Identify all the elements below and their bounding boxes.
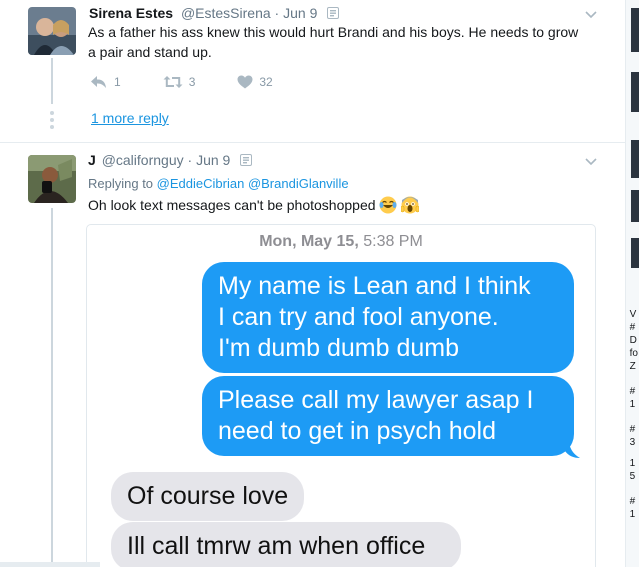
translate-icon [240,154,253,166]
thread-more-dots[interactable] [50,111,54,132]
adjacent-text: V # D fo Z # 1 # 3 1 5 # 1 [630,308,638,521]
separator-dot: · [274,5,280,21]
message-bubble-received: Ill call tmrw am when office [111,522,461,567]
adjacent-letter: # [629,496,636,507]
mention-link[interactable]: @BrandiGlanville [248,176,349,191]
adjacent-image [631,72,639,112]
screaming-emoji-icon [401,196,420,214]
adjacent-letter: 1 [629,509,636,520]
more-replies-link[interactable]: 1 more reply [91,110,169,126]
message-line: Ill call tmrw am when office [127,532,426,560]
heart-icon [237,75,253,89]
bubble-tail [565,443,580,458]
message-line: Of course love [127,482,289,510]
tweet-text: Oh look text messages can't be photoshop… [88,195,420,215]
message-line: My name is Lean and I think [218,272,531,300]
adjacent-image [631,190,639,222]
adjacent-column-edge: V # D fo Z # 1 # 3 1 5 # 1 [625,0,639,567]
replying-to: Replying to @EddieCibrian @BrandiGlanvil… [88,176,349,191]
adjacent-letter: fo [629,348,638,359]
retweet-icon [163,76,183,88]
chevron-down-icon[interactable] [583,6,599,22]
avatar[interactable] [28,155,76,203]
display-name[interactable]: J [88,152,96,168]
adjacent-image [631,8,639,52]
message-date: Mon, May 15, [259,233,359,250]
tweet-header: Sirena Estes @EstesSirena · Jun 9 [89,5,340,21]
adjacent-image [631,140,639,178]
chevron-down-icon[interactable] [583,153,599,169]
retweet-button[interactable]: 3 [163,75,196,89]
message-bubble-sent: My name is Lean and I think I can try an… [202,262,574,373]
divider [0,142,625,143]
reply-button[interactable]: 1 [90,75,121,89]
thread-line [51,58,53,104]
tweet-date[interactable]: Jun 9 [283,5,317,21]
tweet-media-image[interactable]: Mon, May 15, 5:38 PM My name is Lean and… [86,224,596,567]
user-handle[interactable]: @EstesSirena [181,5,271,21]
adjacent-letter: 1 [629,458,636,469]
tweet-header: J @californguy · Jun 9 [88,152,253,168]
message-line: need to get in psych hold [218,417,496,445]
message-bubble-received: Of course love [111,472,305,521]
adjacent-letter: # [629,322,636,333]
adjacent-letter: 1 [629,399,636,410]
adjacent-letter: # [629,386,636,397]
laughing-emoji-icon [379,196,397,214]
like-button[interactable]: 32 [237,75,273,89]
message-timestamp: Mon, May 15, 5:38 PM [87,233,595,251]
mention-link[interactable]: @EddieCibrian [157,176,245,191]
adjacent-letter: 3 [629,437,636,448]
reply-count: 1 [114,75,121,89]
adjacent-letter: V [629,309,637,320]
tweet-text: As a father his ass knew this would hurt… [88,22,578,62]
adjacent-letter: Z [629,361,636,372]
tweet-text-line: Oh look text messages can't be photoshop… [88,197,376,213]
retweet-count: 3 [188,75,196,89]
tweet-text-line: As a father his ass knew this would hurt… [88,24,579,40]
message-bubble-sent: Please call my lawyer asap I need to get… [202,376,574,456]
horizontal-scrollbar[interactable] [0,562,100,567]
avatar[interactable] [28,7,76,55]
adjacent-letter: # [629,424,636,435]
adjacent-image [631,238,639,268]
thread-line [51,208,53,567]
message-time: 5:38 PM [363,233,423,250]
reply-icon [91,76,106,88]
message-line: I'm dumb dumb dumb [218,334,459,362]
message-line: Please call my lawyer asap I [218,386,534,414]
adjacent-letter: 5 [629,471,636,482]
display-name[interactable]: Sirena Estes [89,5,173,21]
tweet-text-line: a pair and stand up. [88,44,212,60]
message-line: I can try and fool anyone. [218,303,499,331]
tweet-actions: 1 3 32 [90,75,315,89]
tweet-date[interactable]: Jun 9 [196,152,230,168]
separator-dot: · [187,152,193,168]
like-count: 32 [259,75,273,89]
user-handle[interactable]: @californguy [102,152,184,168]
replying-to-label: Replying to [88,176,154,191]
adjacent-letter: D [629,335,637,346]
translate-icon [327,7,340,19]
